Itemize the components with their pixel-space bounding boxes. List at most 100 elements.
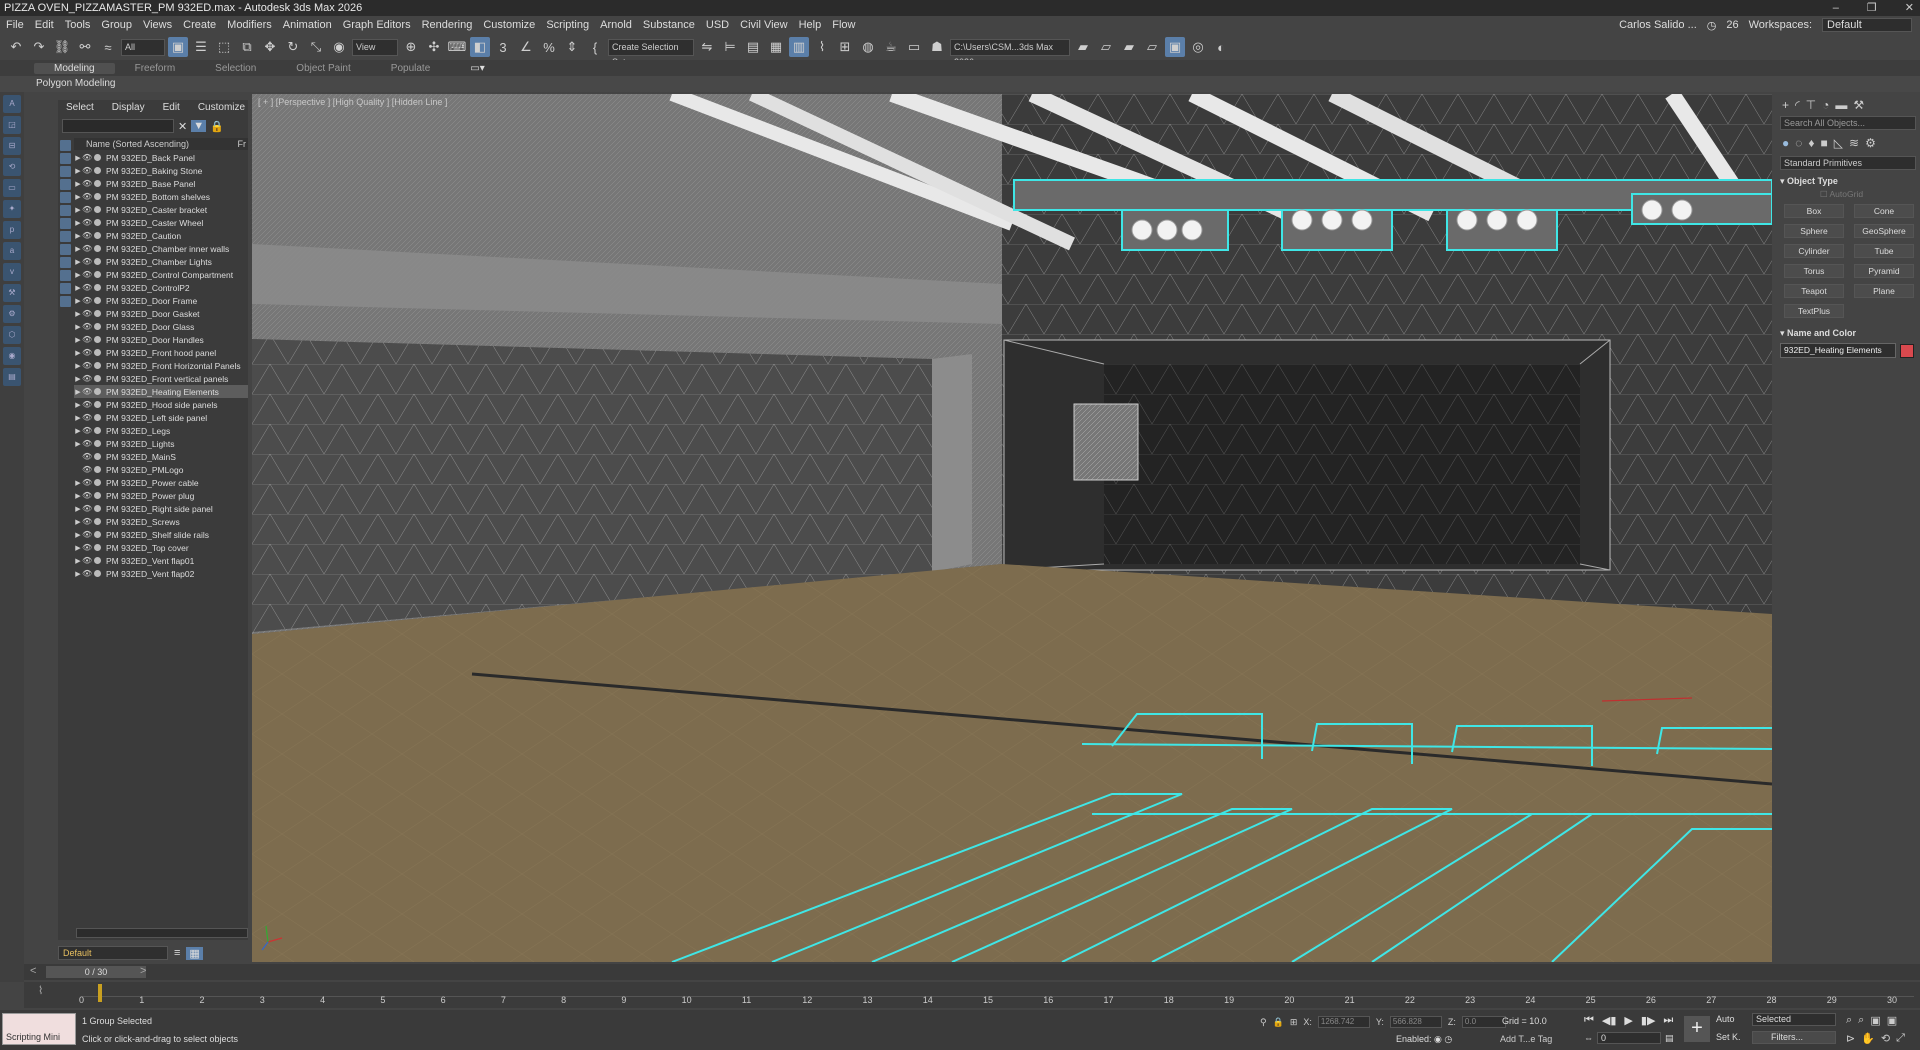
spinner-snap-icon[interactable]: ⇕ (562, 37, 582, 57)
move-icon[interactable]: ✥ (260, 37, 280, 57)
systems-icon[interactable]: ⚙ (1865, 136, 1876, 150)
key-filters-button[interactable]: Filters... (1752, 1031, 1836, 1044)
scene-list-item[interactable]: ▶ 👁 PM 932ED_Power plug (74, 489, 248, 502)
keyboard-shortcut-icon[interactable]: ⌨ (447, 37, 467, 57)
angle-snap-icon[interactable]: ∠ (516, 37, 536, 57)
filter-containers-icon[interactable] (60, 257, 71, 268)
object-color-swatch[interactable] (1900, 343, 1914, 358)
menu-arnold[interactable]: Arnold (600, 19, 632, 31)
arnold-icon[interactable]: ◐ (1211, 37, 1231, 57)
scene-list-item[interactable]: 👁 PM 932ED_MainS (74, 450, 248, 463)
clear-search-icon[interactable]: ✕ (178, 120, 187, 133)
visibility-eye-icon[interactable]: 👁 (82, 465, 92, 474)
menu-group[interactable]: Group (101, 19, 132, 31)
layer-explorer-toggle-icon[interactable]: ▦ (186, 946, 203, 960)
expand-arrow-icon[interactable]: ▶ (74, 258, 82, 266)
scene-search-input[interactable] (62, 119, 174, 133)
toggle-icon[interactable]: ◉ (1434, 1034, 1442, 1044)
percent-snap-icon[interactable]: % (539, 37, 559, 57)
expand-arrow-icon[interactable]: ▶ (74, 284, 82, 292)
cameras-icon[interactable]: ■ (1821, 136, 1828, 150)
expand-arrow-icon[interactable]: ▶ (74, 401, 82, 409)
snap-3d-icon[interactable]: 3 (493, 37, 513, 57)
filter-helpers-icon[interactable] (60, 192, 71, 203)
motion-icon[interactable]: ⟲ (3, 158, 21, 176)
expand-arrow-icon[interactable]: ▶ (74, 440, 82, 448)
menu-edit[interactable]: Edit (35, 19, 54, 31)
scene-list-item[interactable]: ▶ 👁 PM 932ED_Door Gasket (74, 307, 248, 320)
scale-icon[interactable]: ⤡ (306, 37, 326, 57)
filter-frozen-icon[interactable] (60, 270, 71, 281)
scene-list-item[interactable]: ▶ 👁 PM 932ED_Caster bracket (74, 203, 248, 216)
scene-list-item[interactable]: ▶ 👁 PM 932ED_Back Panel (74, 151, 248, 164)
scene-list-item[interactable]: ▶ 👁 PM 932ED_Shelf slide rails (74, 528, 248, 541)
object-type-rollout[interactable]: ▾ Object Type (1780, 176, 1916, 187)
scene-list-item[interactable]: ▶ 👁 PM 932ED_Chamber inner walls (74, 242, 248, 255)
orbit-icon[interactable]: ⟲ (1881, 1032, 1890, 1045)
helpers-icon[interactable]: ◺ (1834, 136, 1843, 150)
name-column-header[interactable]: Name (Sorted Ascending) Fr (74, 138, 248, 150)
visibility-eye-icon[interactable]: 👁 (82, 361, 92, 370)
filter-lights-icon[interactable] (60, 166, 71, 177)
expand-arrow-icon[interactable]: ▶ (74, 206, 82, 214)
search-all-objects-input[interactable]: Search All Objects... (1780, 116, 1916, 130)
selection-filter-dropdown[interactable]: All (121, 38, 165, 56)
create-icon[interactable]: A (3, 95, 21, 113)
expand-arrow-icon[interactable]: ▶ (74, 167, 82, 175)
visibility-eye-icon[interactable]: 👁 (82, 426, 92, 435)
menu-animation[interactable]: Animation (283, 19, 332, 31)
menu-create[interactable]: Create (183, 19, 216, 31)
expand-arrow-icon[interactable]: ▶ (74, 154, 82, 162)
material-editor-icon[interactable]: ◍ (858, 37, 878, 57)
scene-list-item[interactable]: ▶ 👁 PM 932ED_Heating Elements (74, 385, 248, 398)
lights-category-icon[interactable]: ♦ (1808, 136, 1814, 150)
scene-list-item[interactable]: ▶ 👁 PM 932ED_Chamber Lights (74, 255, 248, 268)
menu-scripting[interactable]: Scripting (546, 19, 589, 31)
visibility-eye-icon[interactable]: 👁 (82, 309, 92, 318)
absolute-mode-icon[interactable]: ⊞ (1290, 1017, 1298, 1028)
prev-frame-icon[interactable]: < (30, 965, 36, 977)
menu-flow[interactable]: Flow (832, 19, 855, 31)
workspace-dropdown[interactable]: Default (1822, 18, 1912, 32)
curve-editor-icon[interactable]: ⌇ (812, 37, 832, 57)
geometry-icon[interactable]: ● (1782, 136, 1789, 150)
display-icon[interactable]: ▭ (3, 179, 21, 197)
track-bar[interactable]: ⌇ 0 1 2 3 4 5 6 7 8 9 10 11 12 13 14 15 16 17 18 19 20 21 22 23… (24, 982, 1920, 1008)
expand-arrow-icon[interactable]: ▶ (74, 544, 82, 552)
scene-list-item[interactable]: ▶ 👁 PM 932ED_Door Frame (74, 294, 248, 307)
ribbon-panel-label[interactable]: Polygon Modeling (0, 76, 1920, 92)
menu-modifiers[interactable]: Modifiers (227, 19, 272, 31)
menu-customize[interactable]: Customize (483, 19, 535, 31)
shapes-icon[interactable]: ◌ (1795, 136, 1802, 150)
textplus-button[interactable]: TextPlus (1784, 304, 1844, 318)
scene-explorer-icon[interactable]: ▦ (766, 37, 786, 57)
expand-arrow-icon[interactable]: ▶ (74, 570, 82, 578)
visibility-eye-icon[interactable]: 👁 (82, 569, 92, 578)
box-button[interactable]: Box (1784, 204, 1844, 218)
menu-rendering[interactable]: Rendering (422, 19, 473, 31)
modify-icon[interactable]: ◲ (3, 116, 21, 134)
motion-tab-icon[interactable]: ◔ (1822, 98, 1829, 112)
project-icon[interactable]: ▱ (1096, 37, 1116, 57)
visibility-eye-icon[interactable]: 👁 (82, 218, 92, 227)
rotate-icon[interactable]: ↻ (283, 37, 303, 57)
utilities-icon[interactable]: ⚙ (3, 305, 21, 323)
prev-key-icon[interactable]: ◀▮ (1602, 1014, 1617, 1027)
menu-help[interactable]: Help (799, 19, 822, 31)
visibility-eye-icon[interactable]: 👁 (82, 504, 92, 513)
tab-freeform[interactable]: Freeform (115, 63, 196, 74)
scene-icon[interactable]: ⬡ (3, 326, 21, 344)
visibility-eye-icon[interactable]: 👁 (82, 257, 92, 266)
scene-list-item[interactable]: ▶ 👁 PM 932ED_Power cable (74, 476, 248, 489)
expand-arrow-icon[interactable]: ▶ (74, 492, 82, 500)
bind-space-warp-icon[interactable]: ≈ (98, 37, 118, 57)
utilities-tab-icon[interactable]: ⚒ (1853, 98, 1864, 112)
close-button[interactable]: ✕ (1905, 0, 1914, 16)
place-icon[interactable]: ◉ (329, 37, 349, 57)
select-manipulate-icon[interactable]: ✣ (424, 37, 444, 57)
menu-file[interactable]: File (6, 19, 24, 31)
pivot-center-icon[interactable]: ⊕ (401, 37, 421, 57)
visibility-eye-icon[interactable]: 👁 (82, 296, 92, 305)
scene-list-item[interactable]: ▶ 👁 PM 932ED_Vent flap02 (74, 567, 248, 580)
redo-icon[interactable]: ↷ (29, 37, 49, 57)
